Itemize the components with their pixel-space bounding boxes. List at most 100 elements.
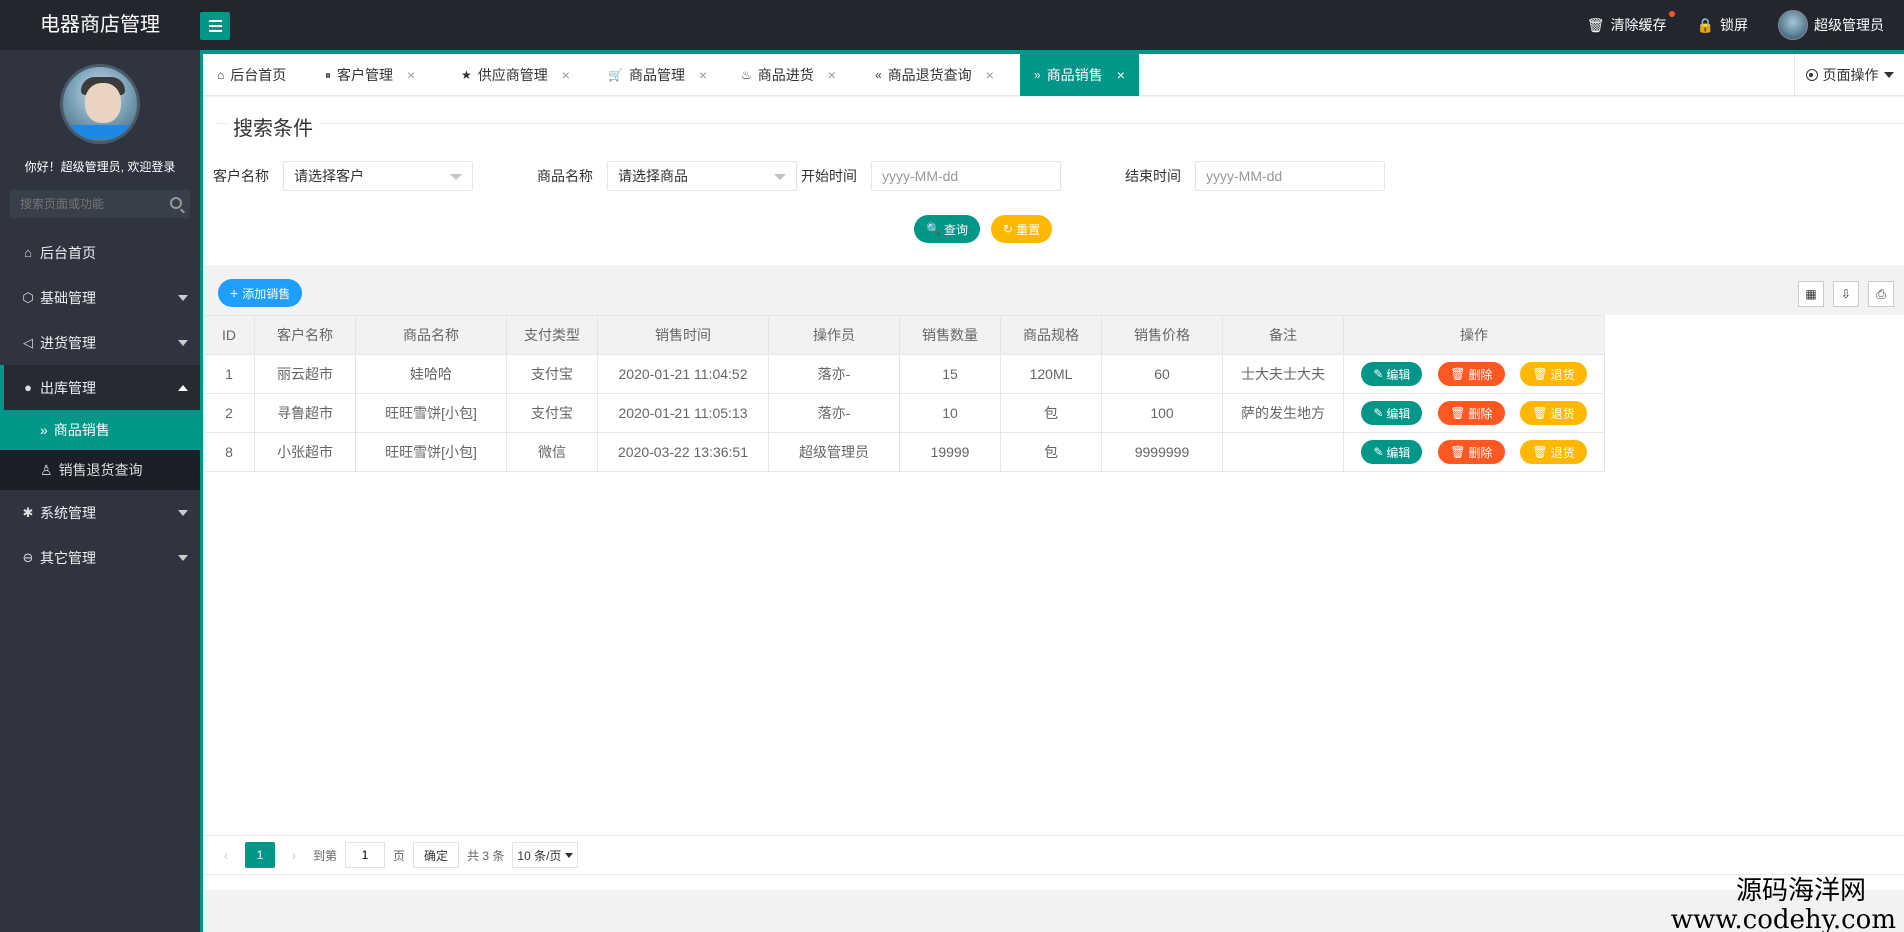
sidebar-item-home[interactable]: ⌂ 后台首页 — [0, 230, 200, 275]
delete-button[interactable]: 🗑 删除 — [1438, 401, 1505, 425]
sidebar-item-sales-return-query[interactable]: ♙ 销售退货查询 — [0, 450, 200, 490]
user-menu[interactable]: 超级管理员 — [1778, 10, 1884, 40]
logout-icon: ⊖ — [22, 549, 34, 565]
col-sale-time[interactable]: 销售时间 — [597, 315, 769, 355]
lock-screen-button[interactable]: 🔒 锁屏 — [1697, 15, 1748, 35]
product-select[interactable]: 请选择商品 — [607, 161, 797, 191]
end-date-input[interactable] — [1195, 161, 1385, 191]
col-id[interactable]: ID — [203, 315, 255, 355]
customer-select[interactable]: 请选择客户 — [283, 161, 473, 191]
chevron-down-icon — [178, 510, 188, 516]
search-icon[interactable] — [170, 197, 182, 209]
chat-icon: ● — [24, 380, 32, 395]
star-icon: ★ — [461, 68, 472, 82]
sidebar-item-product-sales[interactable]: » 商品销售 — [0, 410, 200, 450]
col-customer[interactable]: 客户名称 — [254, 315, 356, 355]
sidebar-item-outbound[interactable]: ● 出库管理 — [0, 365, 200, 410]
row-actions: ✎ 编辑 🗑 删除 🗑 退货 — [1343, 393, 1605, 433]
target-icon — [1805, 69, 1818, 81]
home-icon: ⌂ — [217, 68, 225, 82]
chevron-down-icon — [178, 295, 188, 301]
col-operator[interactable]: 操作员 — [768, 315, 900, 355]
close-icon[interactable]: × — [828, 67, 836, 83]
product-filter: 商品名称 请选择商品 — [527, 161, 797, 191]
page-size-select[interactable]: 10 条/页 — [512, 842, 579, 868]
table-row: 8 小张超市 旺旺雪饼[小包] 微信 2020-03-22 13:36:51 超… — [203, 432, 1605, 472]
lock-icon: 🔒 — [1696, 16, 1714, 33]
tab-home[interactable]: ⌂ 后台首页 — [203, 54, 300, 96]
tab-product-sales[interactable]: » 商品销售 × — [1020, 54, 1139, 96]
top-header: 电器商店管理 🗑 清除缓存 🔒 锁屏 超级管理员 — [0, 0, 1904, 50]
menu-toggle-button[interactable] — [200, 12, 230, 40]
goto-page-input[interactable] — [345, 842, 386, 868]
col-price[interactable]: 销售价格 — [1101, 315, 1223, 355]
sidebar-item-purchase[interactable]: ◁ 进货管理 — [0, 320, 200, 365]
watermark-line1: 源码海洋网 — [1735, 876, 1866, 906]
sidebar-submenu: » 商品销售 ♙ 销售退货查询 — [0, 410, 200, 490]
search-legend: 搜索条件 — [227, 112, 319, 141]
row-actions: ✎ 编辑 🗑 删除 🗑 退货 — [1343, 432, 1605, 472]
close-icon[interactable]: × — [562, 67, 570, 83]
edit-button[interactable]: ✎ 编辑 — [1361, 401, 1423, 425]
print-icon[interactable]: ⎙ — [1868, 281, 1894, 307]
tab-product-return-query[interactable]: « 商品退货查询 × — [861, 54, 1008, 96]
trash-icon: 🗑 — [1532, 367, 1548, 381]
tab-supplier[interactable]: ★ 供应商管理 × — [447, 54, 584, 96]
export-icon[interactable]: ⇩ — [1833, 281, 1859, 307]
col-spec[interactable]: 商品规格 — [1000, 315, 1102, 355]
query-button[interactable]: 🔍 查询 — [914, 215, 980, 243]
app-title: 电器商店管理 — [40, 14, 160, 36]
col-quantity[interactable]: 销售数量 — [899, 315, 1001, 355]
pencil-icon: ✎ — [1373, 367, 1384, 381]
customer-label: 客户名称 — [213, 168, 269, 184]
tab-purchase[interactable]: ♨ 商品进货 × — [727, 54, 850, 96]
main-content: 搜索条件 客户名称 请选择客户 商品名称 请选择商品 开始时间 结束时间 🔍 查… — [203, 97, 1904, 890]
reset-button[interactable]: ↻ 重置 — [991, 215, 1053, 243]
delete-button[interactable]: 🗑 删除 — [1438, 362, 1505, 386]
header-actions: 🗑 清除缓存 🔒 锁屏 超级管理员 — [1587, 0, 1884, 50]
clear-cache-button[interactable]: 🗑 清除缓存 — [1586, 11, 1675, 35]
sales-table: ID 客户名称 商品名称 支付类型 销售时间 操作员 销售数量 商品规格 销售价… — [203, 315, 1605, 472]
plus-icon: + — [230, 285, 239, 301]
columns-filter-icon[interactable]: ▦ — [1798, 281, 1824, 307]
sidebar-item-basic[interactable]: ⬡ 基础管理 — [0, 275, 200, 320]
caret-down-icon — [774, 174, 786, 180]
goto-confirm-button[interactable]: 确定 — [413, 842, 460, 868]
tab-customer[interactable]: ⏸ 客户管理 × — [311, 54, 429, 96]
col-remark[interactable]: 备注 — [1222, 315, 1344, 355]
welcome-text: 你好！超级管理员, 欢迎登录 — [24, 160, 176, 174]
edit-button[interactable]: ✎ 编辑 — [1361, 440, 1423, 464]
return-button[interactable]: 🗑 退货 — [1520, 440, 1587, 464]
page-operations-dropdown[interactable]: 页面操作 — [1794, 54, 1904, 96]
page-label: 页 — [393, 848, 406, 863]
col-payment[interactable]: 支付类型 — [506, 315, 598, 355]
return-button[interactable]: 🗑 退货 — [1520, 362, 1587, 386]
tab-product[interactable]: 🛒 商品管理 × — [594, 54, 721, 96]
current-page[interactable]: 1 — [245, 842, 275, 868]
next-page-icon[interactable]: › — [283, 847, 305, 863]
chevron-down-icon — [178, 555, 188, 561]
close-icon[interactable]: × — [986, 67, 994, 83]
menu-icon — [208, 20, 222, 22]
return-button[interactable]: 🗑 退货 — [1520, 401, 1587, 425]
double-chevron-left-icon: « — [875, 68, 882, 82]
close-icon[interactable]: × — [699, 67, 707, 83]
add-sale-button[interactable]: + 添加销售 — [218, 279, 303, 307]
close-icon[interactable]: × — [1117, 67, 1125, 83]
start-date-input[interactable] — [871, 161, 1061, 191]
search-icon: 🔍 — [926, 222, 941, 236]
sidebar-item-system[interactable]: ✱ 系统管理 — [0, 490, 200, 535]
start-date-label: 开始时间 — [801, 168, 857, 184]
total-count: 共 3 条 — [467, 848, 505, 863]
trash-icon: 🗑 — [1586, 16, 1605, 33]
delete-button[interactable]: 🗑 删除 — [1438, 440, 1505, 464]
sidebar-search-input[interactable] — [10, 190, 160, 218]
close-icon[interactable]: × — [407, 67, 415, 83]
prev-page-icon[interactable]: ‹ — [215, 847, 237, 863]
table-header-row: ID 客户名称 商品名称 支付类型 销售时间 操作员 销售数量 商品规格 销售价… — [203, 315, 1605, 355]
edit-button[interactable]: ✎ 编辑 — [1361, 362, 1423, 386]
table-toolbar — [203, 265, 1904, 315]
notification-dot — [1668, 11, 1675, 17]
sidebar-item-other[interactable]: ⊖ 其它管理 — [0, 535, 200, 580]
col-product[interactable]: 商品名称 — [355, 315, 507, 355]
